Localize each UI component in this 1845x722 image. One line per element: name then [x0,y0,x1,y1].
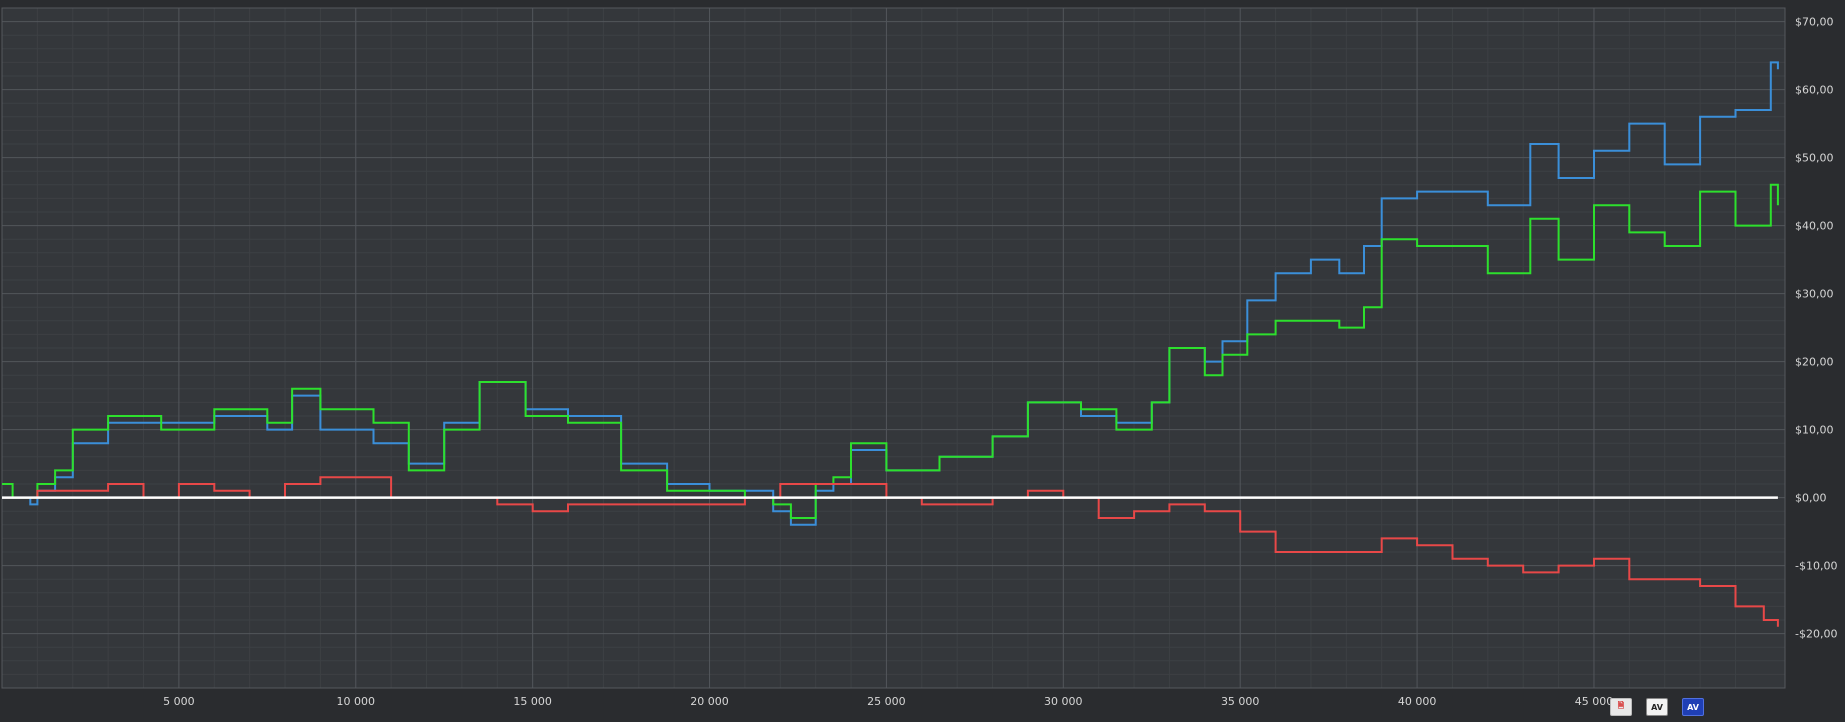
y-tick-label: -$10,00 [1795,560,1837,573]
x-tick-label: 40 000 [1398,695,1437,708]
x-tick-label: 25 000 [867,695,906,708]
equity-chart: $70,00 $60,00 $50,00 $40,00 $30,00 $20,00 $10,… [0,0,1845,718]
y-tick-label: $0,00 [1795,492,1827,505]
y-tick-label: $70,00 [1795,16,1834,29]
red-export-icon: 🗎 [1617,701,1625,710]
x-tick-label: 20 000 [690,695,729,708]
av-white-icon: AV [1651,702,1663,712]
x-tick-label: 30 000 [1044,695,1083,708]
x-tick-label: 5 000 [163,695,195,708]
chart-toolbar: 🗎 AV AV [1610,696,1704,718]
export-button[interactable]: 🗎 [1610,698,1632,716]
x-tick-label: 35 000 [1221,695,1260,708]
y-tick-label: $20,00 [1795,356,1834,369]
av-blue-icon: AV [1687,702,1699,712]
y-tick-label: -$20,00 [1795,628,1837,641]
x-tick-label: 10 000 [337,695,376,708]
y-tick-label: $30,00 [1795,288,1834,301]
y-tick-label: $50,00 [1795,152,1834,165]
y-tick-label: $40,00 [1795,220,1834,233]
y-tick-label: $60,00 [1795,84,1834,97]
av-blue-button[interactable]: AV [1682,698,1704,716]
y-tick-label: $10,00 [1795,424,1834,437]
x-tick-label: 45 000 [1575,695,1614,708]
x-tick-label: 15 000 [513,695,552,708]
av-white-button[interactable]: AV [1646,698,1668,716]
chart-svg: $70,00 $60,00 $50,00 $40,00 $30,00 $20,00 $10,… [1,7,1837,708]
